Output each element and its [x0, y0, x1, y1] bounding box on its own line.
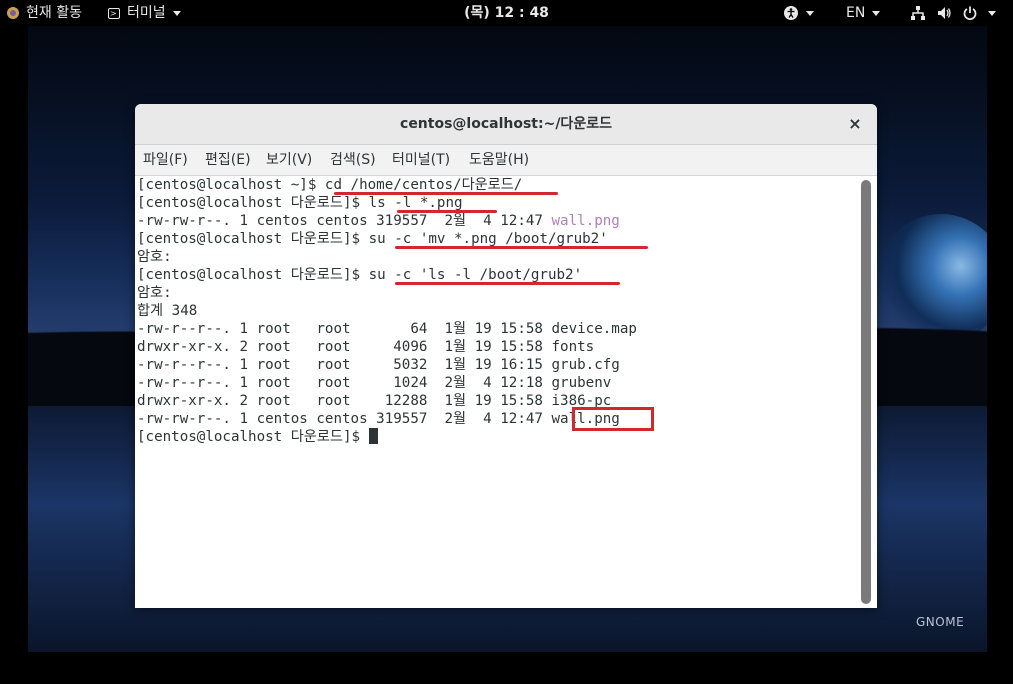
- menu-file[interactable]: 파일(F): [143, 145, 188, 175]
- volume-icon: [938, 7, 951, 19]
- annotation-underline: [397, 210, 497, 213]
- chevron-down-icon: [806, 10, 814, 16]
- chevron-down-icon: [988, 10, 996, 16]
- terminal-line: -rw-rw-r--. 1 centos centos 319557 2월 4 …: [137, 411, 620, 427]
- menu-view[interactable]: 보기(V): [266, 145, 312, 175]
- close-icon[interactable]: ×: [845, 114, 865, 134]
- text-cursor: [368, 428, 378, 444]
- system-menu[interactable]: [910, 0, 996, 26]
- menu-bar: 파일(F) 편집(E) 보기(V) 검색(S) 터미널(T) 도움말(H): [135, 145, 877, 176]
- clock-label: (목) 12 : 48: [464, 5, 549, 21]
- annotation-underline: [395, 246, 648, 249]
- language-menu[interactable]: EN: [846, 0, 881, 26]
- annotation-underline: [334, 192, 558, 195]
- terminal-prompt-line: [centos@localhost 다운로드]$: [137, 428, 378, 446]
- gnome-brand: GNOME: [916, 615, 965, 629]
- menu-edit[interactable]: 편집(E): [205, 145, 251, 175]
- top-bar: 현재 활동 > 터미널 (목) 12 : 48 EN: [0, 0, 1013, 26]
- window-titlebar[interactable]: centos@localhost:~/다운로드 ×: [135, 104, 877, 145]
- terminal-line: -rw-r--r--. 1 root root 64 1월 19 15:58 d…: [137, 321, 637, 337]
- terminal-line: -rw-rw-r--. 1 centos centos 319557 2월 4 …: [137, 212, 620, 230]
- terminal-output[interactable]: [centos@localhost ~]$ cd /home/centos/다운…: [135, 176, 877, 608]
- terminal-line: 합계 348: [137, 303, 198, 319]
- language-label: EN: [846, 5, 866, 21]
- annotation-underline: [395, 282, 620, 285]
- menu-search[interactable]: 검색(S): [330, 145, 376, 175]
- terminal-window: centos@localhost:~/다운로드 × 파일(F) 편집(E) 보기…: [135, 104, 877, 608]
- accessibility-icon: [784, 6, 798, 20]
- terminal-line: drwxr-xr-x. 2 root root 4096 1월 19 15:58…: [137, 339, 595, 355]
- menu-terminal[interactable]: 터미널(T): [392, 145, 450, 175]
- window-title: centos@localhost:~/다운로드: [400, 116, 612, 132]
- scrollbar-thumb[interactable]: [861, 180, 871, 604]
- menu-help[interactable]: 도움말(H): [469, 145, 529, 175]
- vertical-scrollbar[interactable]: [859, 178, 873, 606]
- terminal-line: drwxr-xr-x. 2 root root 12288 1월 19 15:5…: [137, 393, 612, 409]
- annotation-box: [572, 407, 654, 431]
- power-icon: [963, 6, 977, 20]
- ls-output-filename: wall.png: [551, 213, 620, 229]
- ls-output-prefix: -rw-rw-r--. 1 centos centos 319557 2월 4 …: [137, 213, 552, 229]
- terminal-line: -rw-r--r--. 1 root root 5032 1월 19 16:15…: [137, 357, 620, 373]
- chevron-down-icon: [872, 10, 881, 16]
- terminal-line: 암호:: [137, 249, 172, 265]
- terminal-line: 암호:: [137, 285, 172, 301]
- terminal-prompt: [centos@localhost 다운로드]$: [137, 429, 369, 445]
- terminal-line: -rw-r--r--. 1 root root 1024 2월 4 12:18 …: [137, 375, 612, 391]
- network-icon: [911, 6, 925, 20]
- accessibility-menu[interactable]: [783, 0, 814, 26]
